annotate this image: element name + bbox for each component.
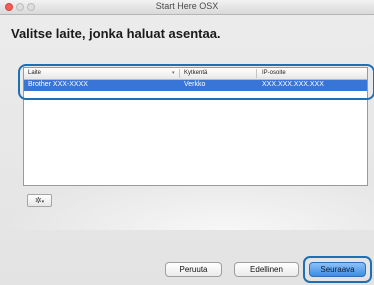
- title-bar: Start Here OSX: [0, 0, 374, 15]
- action-menu-button[interactable]: ✲▾: [27, 194, 52, 207]
- back-button[interactable]: Edellinen: [234, 262, 299, 277]
- installer-window: Start Here OSX Valitse laite, jonka halu…: [0, 0, 374, 285]
- gear-icon: ✲: [34, 196, 42, 205]
- next-button-callout: [303, 256, 372, 283]
- cancel-button[interactable]: Peruuta: [165, 262, 222, 277]
- window-title: Start Here OSX: [155, 1, 219, 11]
- page-heading: Valitse laite, jonka haluat asentaa.: [11, 26, 221, 41]
- chevron-down-icon: ▾: [41, 199, 45, 205]
- selected-row-callout: [18, 64, 374, 100]
